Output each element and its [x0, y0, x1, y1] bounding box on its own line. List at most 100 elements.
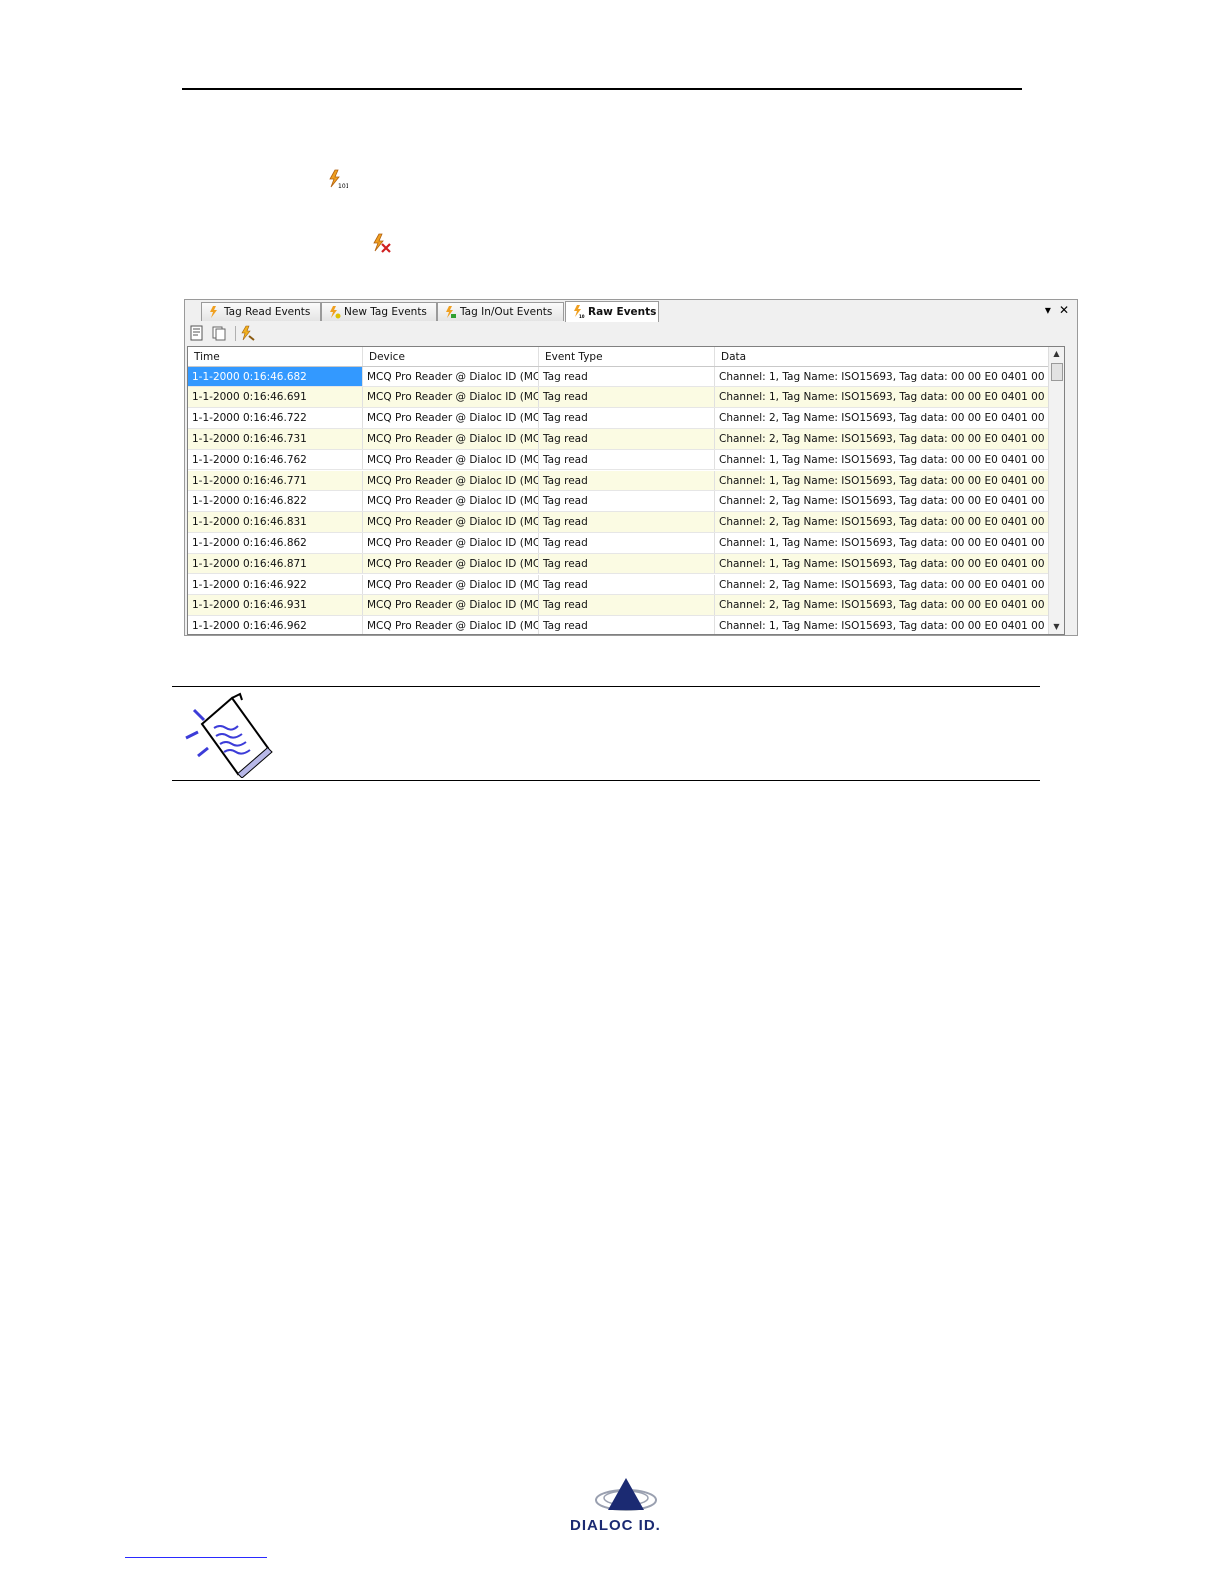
- tab-label: Tag Read Events: [224, 306, 311, 318]
- device-cell[interactable]: MCQ Pro Reader @ Dialoc ID (MC...: [363, 408, 539, 428]
- event-type-cell[interactable]: Tag read: [539, 512, 715, 532]
- header-rule: [182, 88, 1022, 90]
- data-cell[interactable]: Channel: 2, Tag Name: ISO15693, Tag data…: [715, 491, 1064, 512]
- time-cell[interactable]: 1-1-2000 0:16:46.862: [188, 532, 363, 553]
- time-cell[interactable]: 1-1-2000 0:16:46.871: [188, 553, 363, 574]
- time-cell[interactable]: 1-1-2000 0:16:46.962: [188, 616, 363, 634]
- table-row[interactable]: 1-1-2000 0:16:46.862 MCQ Pro Reader @ Di…: [188, 532, 1064, 554]
- tab-label: Tag In/Out Events: [460, 306, 553, 318]
- footer-link[interactable]: [125, 1557, 267, 1558]
- data-cell[interactable]: Channel: 2, Tag Name: ISO15693, Tag data…: [715, 595, 1064, 616]
- event-type-cell[interactable]: Tag read: [539, 470, 715, 491]
- table-row[interactable]: 1-1-2000 0:16:46.831 MCQ Pro Reader @ Di…: [188, 512, 1064, 533]
- time-cell[interactable]: 1-1-2000 0:16:46.691: [188, 387, 363, 408]
- device-cell[interactable]: MCQ Pro Reader @ Dialoc ID (MC...: [363, 387, 539, 408]
- time-cell[interactable]: 1-1-2000 0:16:46.731: [188, 428, 363, 449]
- tag-in-out-events-icon: [446, 306, 456, 318]
- device-cell[interactable]: MCQ Pro Reader @ Dialoc ID (MC...: [363, 553, 539, 574]
- export-icon[interactable]: [189, 325, 205, 341]
- device-cell[interactable]: MCQ Pro Reader @ Dialoc ID (MC...: [363, 428, 539, 449]
- vertical-scrollbar[interactable]: ▲ ▼: [1048, 347, 1064, 634]
- time-cell[interactable]: 1-1-2000 0:16:46.762: [188, 449, 363, 470]
- column-header-data[interactable]: Data: [715, 347, 1049, 366]
- device-cell[interactable]: MCQ Pro Reader @ Dialoc ID (MC...: [363, 366, 539, 387]
- event-type-cell[interactable]: Tag read: [539, 449, 715, 470]
- tab-raw-events[interactable]: 101 Raw Events: [565, 301, 659, 322]
- event-type-cell[interactable]: Tag read: [539, 491, 715, 512]
- table-header: Time Device Event Type Data: [188, 347, 1064, 367]
- event-type-cell[interactable]: Tag read: [539, 387, 715, 408]
- table-row[interactable]: 1-1-2000 0:16:46.962 MCQ Pro Reader @ Di…: [188, 616, 1064, 634]
- tab-label: Raw Events: [588, 306, 657, 318]
- note-bottom-rule: [172, 780, 1040, 781]
- scroll-up-icon[interactable]: ▲: [1049, 347, 1064, 361]
- data-cell[interactable]: Channel: 2, Tag Name: ISO15693, Tag data…: [715, 428, 1064, 449]
- time-cell[interactable]: 1-1-2000 0:16:46.922: [188, 574, 363, 595]
- scroll-thumb[interactable]: [1051, 363, 1063, 381]
- clear-icon[interactable]: [239, 325, 255, 341]
- data-cell[interactable]: Channel: 1, Tag Name: ISO15693, Tag data…: [715, 366, 1064, 387]
- copy-icon[interactable]: [211, 325, 227, 341]
- device-cell[interactable]: MCQ Pro Reader @ Dialoc ID (MC...: [363, 532, 539, 553]
- tab-new-tag-events[interactable]: New Tag Events: [321, 302, 437, 321]
- event-type-cell[interactable]: Tag read: [539, 408, 715, 428]
- time-cell[interactable]: 1-1-2000 0:16:46.682: [188, 366, 363, 387]
- dropdown-icon[interactable]: ▾: [1045, 303, 1051, 317]
- data-cell[interactable]: Channel: 1, Tag Name: ISO15693, Tag data…: [715, 532, 1064, 553]
- table-row[interactable]: 1-1-2000 0:16:46.682 MCQ Pro Reader @ Di…: [188, 366, 1064, 388]
- time-cell[interactable]: 1-1-2000 0:16:46.722: [188, 408, 363, 428]
- event-type-cell[interactable]: Tag read: [539, 595, 715, 616]
- tag-read-events-icon: [210, 306, 217, 318]
- event-type-cell[interactable]: Tag read: [539, 366, 715, 387]
- device-cell[interactable]: MCQ Pro Reader @ Dialoc ID (MC...: [363, 470, 539, 491]
- data-cell[interactable]: Channel: 1, Tag Name: ISO15693, Tag data…: [715, 470, 1064, 491]
- device-cell[interactable]: MCQ Pro Reader @ Dialoc ID (MC...: [363, 512, 539, 532]
- tab-label: New Tag Events: [344, 306, 427, 318]
- data-cell[interactable]: Channel: 2, Tag Name: ISO15693, Tag data…: [715, 512, 1064, 532]
- table-row[interactable]: 1-1-2000 0:16:46.822 MCQ Pro Reader @ Di…: [188, 491, 1064, 513]
- table-row[interactable]: 1-1-2000 0:16:46.731 MCQ Pro Reader @ Di…: [188, 428, 1064, 450]
- device-cell[interactable]: MCQ Pro Reader @ Dialoc ID (MC...: [363, 491, 539, 512]
- event-type-cell[interactable]: Tag read: [539, 616, 715, 634]
- tab-tag-in-out-events[interactable]: Tag In/Out Events: [437, 302, 564, 321]
- data-cell[interactable]: Channel: 1, Tag Name: ISO15693, Tag data…: [715, 553, 1064, 574]
- new-tag-events-icon: [330, 306, 341, 319]
- data-cell[interactable]: Channel: 1, Tag Name: ISO15693, Tag data…: [715, 387, 1064, 408]
- time-cell[interactable]: 1-1-2000 0:16:46.931: [188, 595, 363, 616]
- device-cell[interactable]: MCQ Pro Reader @ Dialoc ID (MC...: [363, 574, 539, 595]
- raw-events-tab-icon: 101: [574, 305, 585, 318]
- table-row[interactable]: 1-1-2000 0:16:46.871 MCQ Pro Reader @ Di…: [188, 553, 1064, 575]
- device-cell[interactable]: MCQ Pro Reader @ Dialoc ID (MC...: [363, 616, 539, 634]
- event-type-cell[interactable]: Tag read: [539, 532, 715, 553]
- data-cell[interactable]: Channel: 1, Tag Name: ISO15693, Tag data…: [715, 449, 1064, 470]
- column-header-device[interactable]: Device: [363, 347, 539, 366]
- data-cell[interactable]: Channel: 1, Tag Name: ISO15693, Tag data…: [715, 616, 1064, 634]
- time-cell[interactable]: 1-1-2000 0:16:46.771: [188, 470, 363, 491]
- toolbar-separator: [235, 326, 236, 341]
- table-row[interactable]: 1-1-2000 0:16:46.931 MCQ Pro Reader @ Di…: [188, 595, 1064, 617]
- toolbar: [185, 322, 1077, 344]
- time-cell[interactable]: 1-1-2000 0:16:46.822: [188, 491, 363, 512]
- column-header-event-type[interactable]: Event Type: [539, 347, 715, 366]
- data-cell[interactable]: Channel: 2, Tag Name: ISO15693, Tag data…: [715, 408, 1064, 428]
- data-cell[interactable]: Channel: 2, Tag Name: ISO15693, Tag data…: [715, 574, 1064, 595]
- table-row[interactable]: 1-1-2000 0:16:46.922 MCQ Pro Reader @ Di…: [188, 574, 1064, 596]
- event-type-cell[interactable]: Tag read: [539, 553, 715, 574]
- tab-bar: Tag Read Events New Tag Events Tag In/Ou…: [185, 300, 1077, 323]
- device-cell[interactable]: MCQ Pro Reader @ Dialoc ID (MC...: [363, 595, 539, 616]
- table-row[interactable]: 1-1-2000 0:16:46.762 MCQ Pro Reader @ Di…: [188, 449, 1064, 471]
- scroll-down-icon[interactable]: ▼: [1049, 620, 1064, 634]
- table-row[interactable]: 1-1-2000 0:16:46.691 MCQ Pro Reader @ Di…: [188, 387, 1064, 409]
- table-row[interactable]: 1-1-2000 0:16:46.722 MCQ Pro Reader @ Di…: [188, 408, 1064, 429]
- time-cell[interactable]: 1-1-2000 0:16:46.831: [188, 512, 363, 532]
- table-row[interactable]: 1-1-2000 0:16:46.771 MCQ Pro Reader @ Di…: [188, 470, 1064, 492]
- tab-tag-read-events[interactable]: Tag Read Events: [201, 302, 321, 321]
- event-type-cell[interactable]: Tag read: [539, 574, 715, 595]
- svg-text:101: 101: [579, 314, 585, 318]
- device-cell[interactable]: MCQ Pro Reader @ Dialoc ID (MC...: [363, 449, 539, 470]
- events-table: Time Device Event Type Data 1-1-2000 0:1…: [187, 346, 1065, 635]
- close-icon[interactable]: ✕: [1059, 303, 1069, 317]
- column-header-time[interactable]: Time: [188, 347, 363, 366]
- svg-text:101: 101: [338, 183, 348, 190]
- event-type-cell[interactable]: Tag read: [539, 428, 715, 449]
